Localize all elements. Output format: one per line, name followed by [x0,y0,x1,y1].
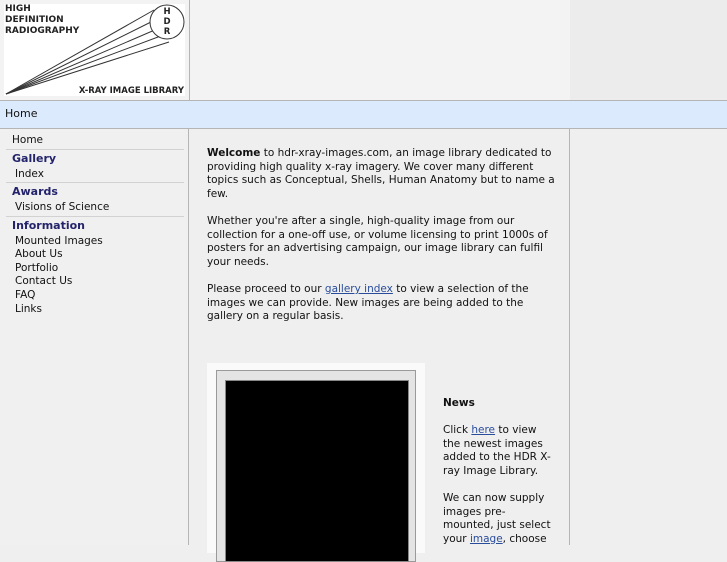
welcome-text: to hdr-xray-images.com, an image library… [207,147,555,200]
welcome-bold: Welcome [207,147,261,159]
logo-line-3: RADIOGRAPHY [5,26,80,36]
gallery-paragraph: Please proceed to our gallery index to v… [207,283,557,324]
welcome-paragraph: Welcome to hdr-xray-images.com, an image… [207,147,557,201]
logo-line-2: DEFINITION [5,15,64,25]
news-image-link[interactable]: image [470,533,503,545]
header-right [570,0,727,100]
news-here-link[interactable]: here [471,424,495,436]
divider [6,216,184,217]
news-text: , choose [502,532,547,545]
sidebar-item-contact-us[interactable]: Contact Us [15,275,72,287]
main-content: Welcome to hdr-xray-images.com, an image… [189,129,570,562]
sidebar-heading-gallery: Gallery [12,152,57,165]
divider [6,149,184,150]
badge-letter: R [163,27,171,37]
header-middle [189,0,571,100]
sidebar-item-faq[interactable]: FAQ [15,289,35,301]
badge-letter: H [163,7,171,17]
featured-image[interactable] [225,380,409,562]
sidebar-heading-information: Information [12,219,85,232]
breadcrumb-home[interactable]: Home [5,107,37,120]
news-text: Click [443,424,472,436]
logo-line-1: HIGH [5,4,31,14]
sidebar-item-mounted-images[interactable]: Mounted Images [15,235,103,247]
featured-image-frame [207,363,425,562]
services-paragraph: Whether you're after a single, high-qual… [207,215,548,268]
logo-badge: H D R [161,7,173,37]
sidebar-item-portfolio[interactable]: Portfolio [15,262,58,274]
sidebar-item-about-us[interactable]: About Us [15,248,63,260]
logo-tagline: X-RAY IMAGE LIBRARY [78,86,184,96]
site-logo[interactable]: HIGH DEFINITION RADIOGRAPHY H D R X-RAY … [4,4,185,96]
news-heading: News [443,397,475,409]
image-mount [216,370,416,562]
badge-letter: D [163,17,171,27]
breadcrumb: Home [0,101,727,129]
sidebar: Home Gallery Index Awards Visions of Sci… [0,129,189,545]
news-item-2: We can now supply images pre-mounted, ju… [443,492,555,546]
divider [6,182,184,183]
sidebar-item-links[interactable]: Links [15,303,42,315]
sidebar-item-home[interactable]: Home [12,134,43,146]
site-header: HIGH DEFINITION RADIOGRAPHY H D R X-RAY … [0,0,727,101]
sidebar-heading-awards: Awards [12,185,58,198]
news-item-1: Click here to view the newest images add… [443,424,555,478]
sidebar-item-index[interactable]: Index [15,168,44,180]
gallery-index-link[interactable]: gallery index [325,283,393,295]
sidebar-item-visions-of-science[interactable]: Visions of Science [15,201,109,213]
gallery-text-before: Please proceed to our [207,283,325,295]
right-column [570,129,727,545]
